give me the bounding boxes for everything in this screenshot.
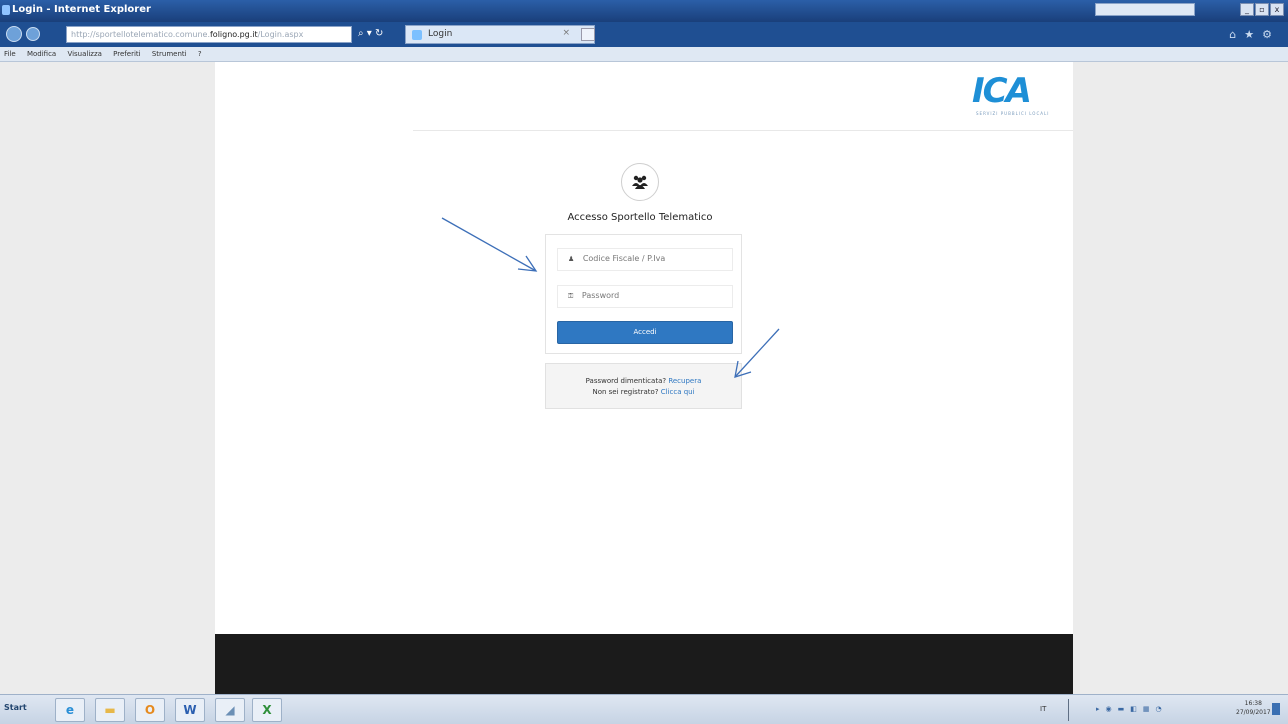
taskbar-word-icon[interactable]: W bbox=[175, 698, 205, 722]
lock-icon: ⚿ bbox=[568, 292, 574, 300]
window-title: Login - Internet Explorer bbox=[12, 4, 151, 15]
register-text: Non sei registrato? bbox=[592, 388, 659, 396]
recover-password-link[interactable]: Recupera bbox=[668, 377, 701, 385]
menu-strumenti[interactable]: Strumenti bbox=[148, 47, 192, 58]
logo-tagline: SERVIZI PUBBLICI LOCALI bbox=[976, 111, 1050, 116]
menu-visualizza[interactable]: Visualizza bbox=[63, 47, 106, 58]
url-suffix: /Login.aspx bbox=[257, 30, 304, 39]
password-field[interactable]: ⚿ Password bbox=[557, 285, 733, 308]
tray-icons[interactable]: ▸◉▬◧▦◔ bbox=[1096, 705, 1168, 713]
taskbar: Start e ▬ O W ◢ X IT ▸◉▬◧▦◔ 16:38 27/09/… bbox=[0, 694, 1288, 724]
new-tab-button[interactable] bbox=[581, 28, 595, 41]
login-button[interactable]: Accedi bbox=[557, 321, 733, 344]
show-desktop-button[interactable] bbox=[1272, 703, 1280, 715]
clock-date: 27/09/2017 bbox=[1236, 709, 1271, 716]
taskbar-outlook-icon[interactable]: O bbox=[135, 698, 165, 722]
clock-time: 16:38 bbox=[1244, 700, 1262, 707]
minimize-button[interactable]: _ bbox=[1240, 3, 1254, 16]
clock[interactable]: 16:38 27/09/2017 bbox=[1236, 699, 1271, 717]
window-titlebar: Login - Internet Explorer _ ▫ x bbox=[0, 0, 1288, 22]
tab-login[interactable]: Login × bbox=[405, 25, 595, 44]
taskbar-folder-icon[interactable]: ▬ bbox=[95, 698, 125, 722]
logo-text: ICA bbox=[972, 71, 1032, 111]
menu-help[interactable]: ? bbox=[194, 47, 207, 58]
forgot-text: Password dimenticata? bbox=[585, 377, 667, 385]
home-favorites-settings-icons[interactable]: ⌂★⚙ bbox=[1229, 28, 1280, 41]
users-icon bbox=[621, 163, 659, 201]
forgot-row: Password dimenticata? Recupera bbox=[546, 376, 741, 387]
back-button[interactable] bbox=[6, 26, 22, 42]
taskbar-ie-icon[interactable]: e bbox=[55, 698, 85, 722]
ie-icon bbox=[2, 5, 10, 15]
tab-favicon-icon bbox=[412, 30, 422, 40]
login-title: Accesso Sportello Telematico bbox=[567, 212, 713, 223]
username-placeholder: Codice Fiscale / P.Iva bbox=[582, 254, 666, 263]
bing-search-box[interactable] bbox=[1095, 3, 1195, 16]
web-page: ICA SERVIZI PUBBLICI LOCALI Accesso Spor… bbox=[215, 62, 1073, 694]
taskbar-excel-icon[interactable]: X bbox=[252, 698, 282, 722]
help-box: Password dimenticata? Recupera Non sei r… bbox=[545, 363, 742, 409]
header-divider bbox=[413, 130, 1073, 131]
window-controls: _ ▫ x bbox=[1240, 3, 1284, 16]
ica-logo: ICA SERVIZI PUBBLICI LOCALI bbox=[972, 74, 1060, 118]
search-refresh-icon[interactable]: ⌕ ▾ ↻ bbox=[358, 28, 383, 39]
tab-close-icon[interactable]: × bbox=[562, 28, 570, 38]
username-field[interactable]: ♟ Codice Fiscale / P.Iva bbox=[557, 248, 733, 271]
address-toolbar: http://sportellotelematico.comune.folign… bbox=[0, 22, 1288, 47]
browser-viewport: ICA SERVIZI PUBBLICI LOCALI Accesso Spor… bbox=[0, 62, 1288, 694]
menu-file[interactable]: File bbox=[0, 47, 21, 58]
url-domain: foligno.pg.it bbox=[209, 30, 258, 39]
close-button[interactable]: x bbox=[1270, 3, 1284, 16]
register-link[interactable]: Clicca qui bbox=[661, 388, 695, 396]
address-input[interactable]: http://sportellotelematico.comune.folign… bbox=[66, 26, 352, 43]
page-footer bbox=[215, 634, 1073, 694]
menu-modifica[interactable]: Modifica bbox=[23, 47, 61, 58]
language-indicator[interactable]: IT bbox=[1040, 705, 1046, 713]
forward-button[interactable] bbox=[26, 27, 40, 41]
menu-bar: File Modifica Visualizza Preferiti Strum… bbox=[0, 47, 1288, 62]
tab-label: Login bbox=[428, 29, 453, 39]
tray-separator bbox=[1068, 699, 1069, 721]
maximize-button[interactable]: ▫ bbox=[1255, 3, 1269, 16]
menu-preferiti[interactable]: Preferiti bbox=[109, 47, 145, 58]
taskbar-printer-icon[interactable]: ◢ bbox=[215, 698, 245, 722]
register-row: Non sei registrato? Clicca qui bbox=[546, 387, 741, 398]
url-prefix: http://sportellotelematico.comune. bbox=[71, 30, 210, 39]
user-icon: ♟ bbox=[568, 255, 575, 263]
start-button[interactable]: Start bbox=[4, 703, 27, 712]
password-placeholder: Password bbox=[581, 291, 620, 300]
login-form: ♟ Codice Fiscale / P.Iva ⚿ Password Acce… bbox=[545, 234, 742, 354]
